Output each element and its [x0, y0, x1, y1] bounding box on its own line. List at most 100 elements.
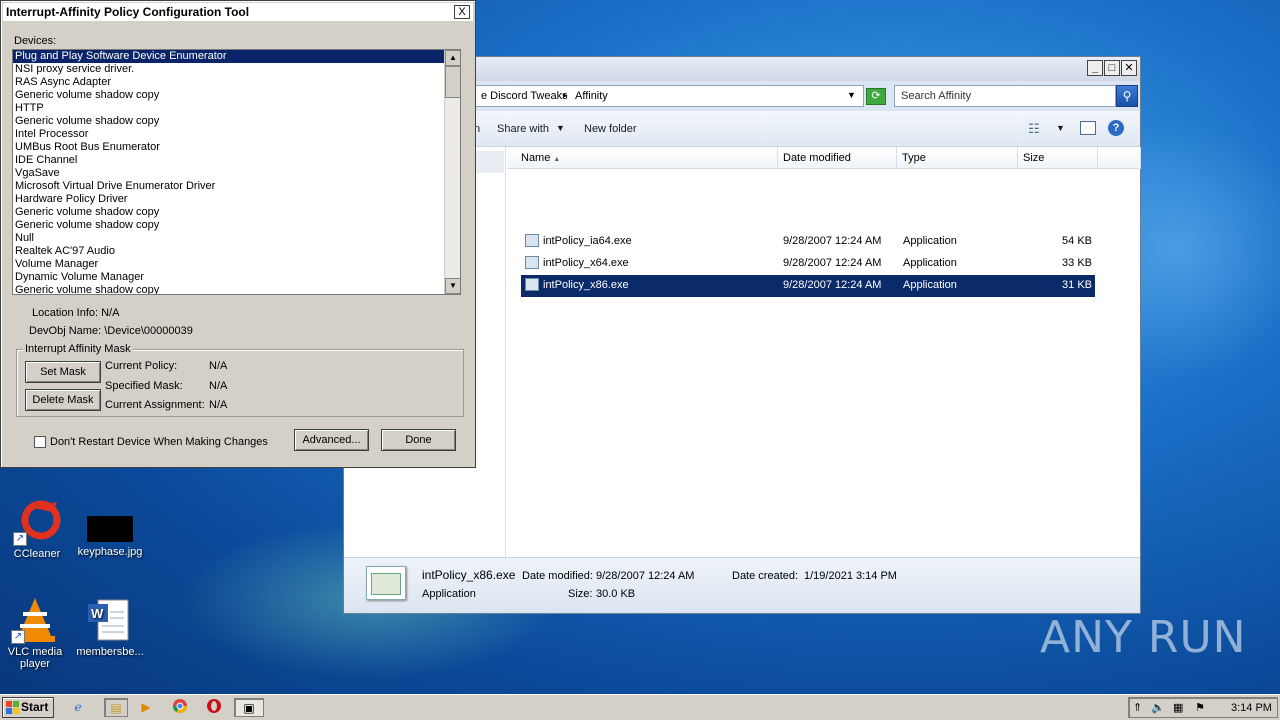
device-list-item[interactable]: Hardware Policy Driver	[13, 193, 460, 206]
table-row[interactable]: intPolicy_ia64.exe 9/28/2007 12:24 AM Ap…	[521, 231, 1095, 253]
interrupt-affinity-dialog[interactable]: Interrupt-Affinity Policy Configuration …	[0, 0, 476, 468]
desktop-icon-label: CCleaner	[13, 548, 61, 560]
column-header-size[interactable]: Size	[1018, 147, 1098, 169]
details-date-created: 1/19/2021 3:14 PM	[804, 570, 897, 582]
devices-list: Plug and Play Software Device Enumerator…	[13, 50, 460, 294]
affinity-tool-taskbar-icon[interactable]: ▣	[234, 698, 264, 717]
file-type: Application	[903, 257, 957, 269]
device-list-item[interactable]: Generic volume shadow copy	[13, 219, 460, 232]
delete-mask-button[interactable]: Delete Mask	[25, 389, 101, 411]
view-options-icon[interactable]: ☷	[1028, 121, 1040, 137]
device-list-item[interactable]: Generic volume shadow copy	[13, 206, 460, 219]
close-button[interactable]: ✕	[1121, 60, 1137, 76]
device-list-item[interactable]: HTTP	[13, 102, 460, 115]
address-dropdown-icon[interactable]: ▼	[847, 90, 856, 100]
anyrun-watermark: ANY RUN	[1040, 612, 1247, 663]
column-label: Size	[1023, 152, 1045, 164]
device-list-item[interactable]: Generic volume shadow copy	[13, 115, 460, 128]
opera-icon[interactable]	[204, 698, 224, 717]
breadcrumb-item[interactable]: e Discord Tweaks	[481, 90, 568, 102]
scroll-thumb[interactable]	[445, 66, 460, 98]
table-row-selected[interactable]: intPolicy_x86.exe 9/28/2007 12:24 AM App…	[521, 275, 1095, 297]
dont-restart-label[interactable]: Don't Restart Device When Making Changes	[50, 436, 268, 448]
scroll-down-icon[interactable]: ▼	[445, 278, 460, 294]
preview-pane-icon[interactable]	[1080, 121, 1096, 135]
devices-listbox[interactable]: Plug and Play Software Device Enumerator…	[12, 49, 461, 295]
file-size: 31 KB	[1062, 279, 1092, 291]
internet-explorer-icon[interactable]: ℯ	[68, 698, 88, 717]
device-list-item[interactable]: IDE Channel	[13, 154, 460, 167]
action-center-icon[interactable]: ⚑	[1195, 701, 1205, 714]
show-hidden-icons-icon[interactable]: ⇑	[1133, 701, 1142, 714]
column-header-name[interactable]: Name ▲	[507, 147, 778, 169]
column-label: Date modified	[783, 152, 851, 164]
file-list[interactable]: Name ▲ Date modified Type Size intPolicy…	[507, 147, 1141, 557]
vertical-scrollbar[interactable]: ▲ ▼	[444, 50, 460, 294]
desktop-icon-label: VLC media player	[7, 646, 63, 670]
volume-icon[interactable]: 🔈	[1151, 701, 1165, 714]
current-assignment-value: N/A	[209, 399, 228, 411]
device-list-item[interactable]: NSI proxy service driver.	[13, 63, 460, 76]
details-pane: intPolicy_x86.exe Application Date modif…	[344, 557, 1140, 613]
device-list-item[interactable]: UMBus Root Bus Enumerator	[13, 141, 460, 154]
media-player-icon[interactable]: ▶	[136, 698, 156, 717]
breadcrumb-item[interactable]: Affinity	[575, 90, 608, 102]
details-date-modified-label: Date modified:	[522, 570, 593, 582]
device-list-item[interactable]: Intel Processor	[13, 128, 460, 141]
desktop-icon-keyphase[interactable]: keyphase.jpg	[75, 516, 145, 558]
dont-restart-checkbox[interactable]	[34, 436, 46, 448]
chrome-icon[interactable]	[170, 698, 190, 717]
scroll-up-icon[interactable]: ▲	[445, 50, 460, 66]
explorer-folder-icon[interactable]: ▤	[104, 698, 128, 717]
ccleaner-icon: ↗	[13, 498, 61, 546]
set-mask-button[interactable]: Set Mask	[25, 361, 101, 383]
search-icon[interactable]: ⚲	[1116, 85, 1138, 107]
minimize-button[interactable]: _	[1087, 60, 1103, 76]
close-button[interactable]: X	[454, 5, 470, 19]
start-label: Start	[21, 700, 49, 714]
device-list-item[interactable]: Realtek AC'97 Audio	[13, 245, 460, 258]
column-header-type[interactable]: Type	[897, 147, 1018, 169]
chevron-down-icon[interactable]: ▼	[1056, 123, 1065, 133]
file-size: 54 KB	[1062, 235, 1092, 247]
desktop-icon-members-doc[interactable]: W membersbe...	[75, 596, 145, 658]
vlc-cone-icon: ↗	[11, 596, 59, 644]
share-with-button[interactable]: Share with	[497, 123, 549, 135]
device-list-item[interactable]: Plug and Play Software Device Enumerator	[13, 50, 460, 63]
file-name: intPolicy_ia64.exe	[543, 235, 632, 247]
start-button[interactable]: Start	[2, 697, 54, 718]
table-row[interactable]: intPolicy_x64.exe 9/28/2007 12:24 AM App…	[521, 253, 1095, 275]
device-list-item[interactable]: RAS Async Adapter	[13, 76, 460, 89]
new-folder-button[interactable]: New folder	[584, 123, 637, 135]
refresh-icon[interactable]: ⟳	[866, 88, 886, 105]
column-header-filler	[1098, 147, 1141, 169]
sort-ascending-icon: ▲	[553, 156, 561, 163]
device-list-item[interactable]: Null	[13, 232, 460, 245]
exe-file-icon	[525, 278, 539, 291]
device-list-item[interactable]: Generic volume shadow copy	[13, 89, 460, 102]
details-size: 30.0 KB	[596, 588, 636, 600]
clock[interactable]: 3:14 PM	[1231, 702, 1272, 714]
device-list-item[interactable]: VgaSave	[13, 167, 460, 180]
maximize-button[interactable]: □	[1104, 60, 1120, 76]
file-name: intPolicy_x86.exe	[543, 279, 629, 291]
device-list-item[interactable]: Microsoft Virtual Drive Enumerator Drive…	[13, 180, 460, 193]
file-date: 9/28/2007 12:24 AM	[783, 235, 882, 247]
done-button[interactable]: Done	[381, 429, 456, 451]
dialog-title: Interrupt-Affinity Policy Configuration …	[6, 5, 250, 19]
dialog-titlebar[interactable]: Interrupt-Affinity Policy Configuration …	[3, 3, 473, 21]
column-header-date[interactable]: Date modified	[778, 147, 897, 169]
system-tray: ⇑ 🔈 ▦ ⚑ 3:14 PM	[1128, 697, 1278, 718]
current-policy-label: Current Policy:	[105, 360, 178, 372]
chevron-down-icon: ▼	[556, 123, 565, 133]
desktop-icon-vlc[interactable]: ↗ VLC media player	[0, 596, 70, 670]
windows-logo-icon	[6, 701, 19, 714]
network-icon[interactable]: ▦	[1173, 701, 1183, 714]
help-icon[interactable]: ?	[1108, 120, 1124, 136]
search-input[interactable]: Search Affinity	[894, 85, 1116, 107]
device-list-item[interactable]: Dynamic Volume Manager	[13, 271, 460, 284]
desktop-icon-ccleaner[interactable]: ↗ CCleaner	[2, 498, 72, 560]
device-list-item[interactable]: Volume Manager	[13, 258, 460, 271]
device-list-item[interactable]: Generic volume shadow copy	[13, 284, 460, 294]
advanced-button[interactable]: Advanced...	[294, 429, 369, 451]
